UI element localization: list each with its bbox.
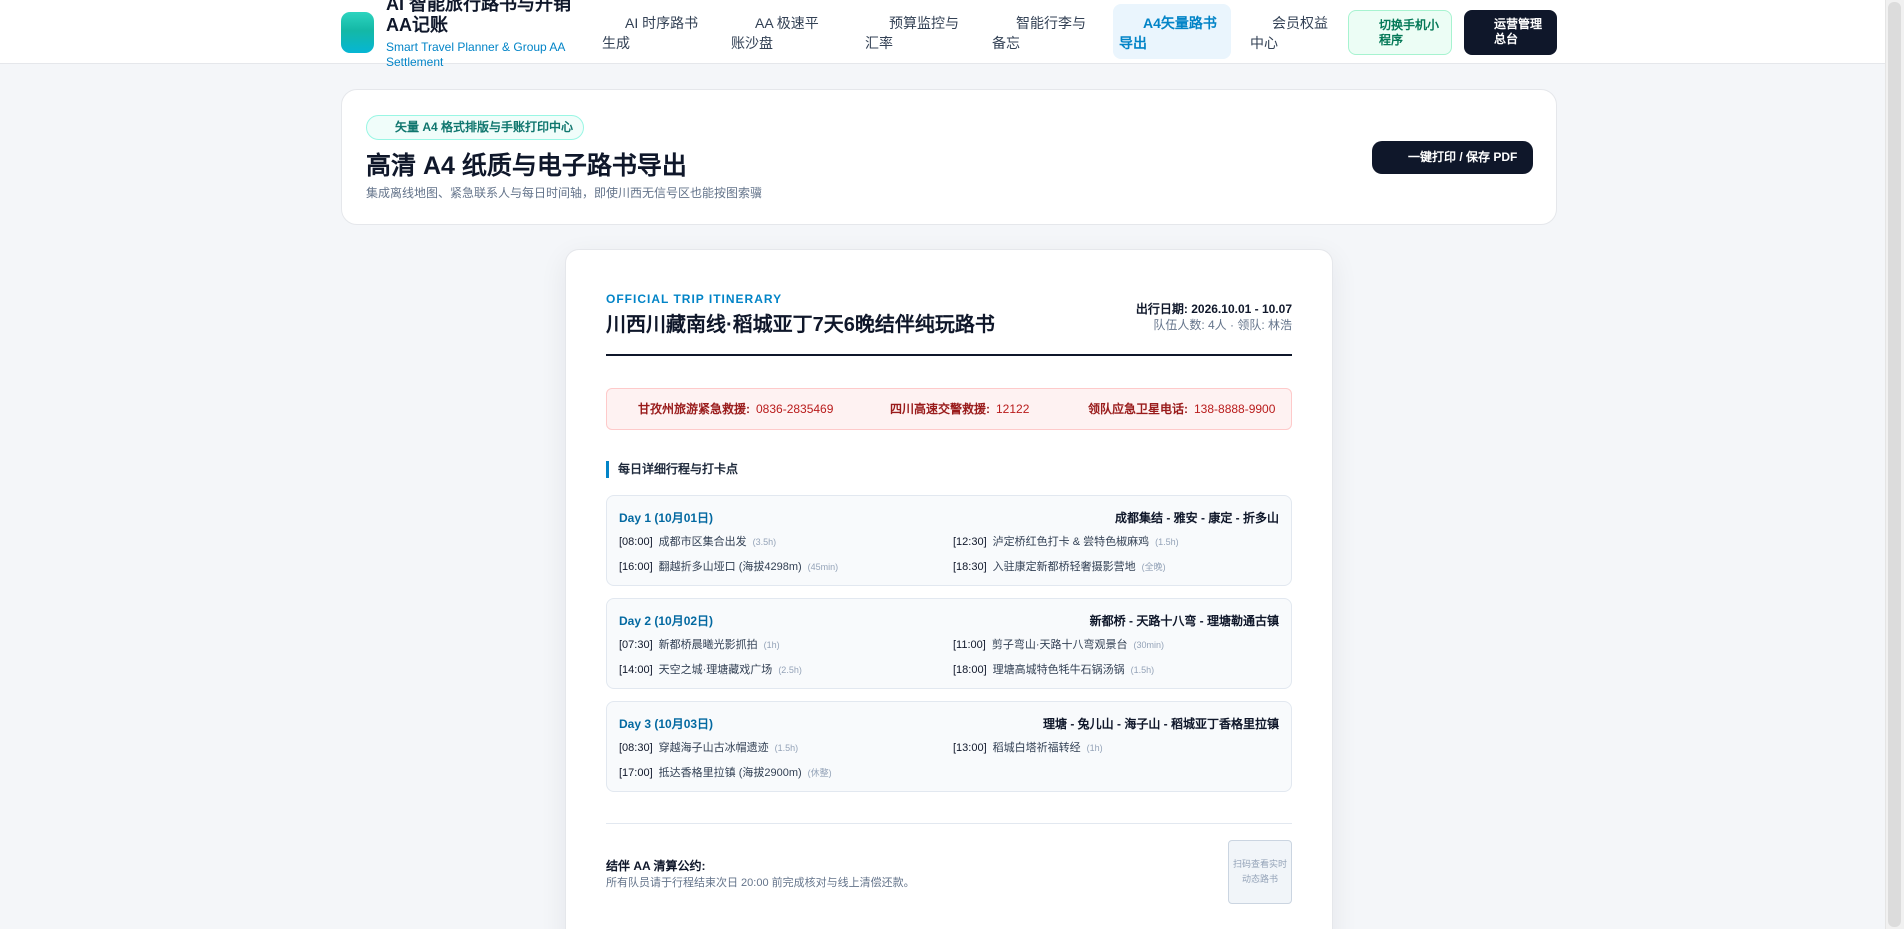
scrollbar-thumb[interactable] bbox=[1888, 2, 1901, 927]
day-card: Day 3 (10月03日) 理塘 - 兔儿山 - 海子山 - 稻城亚丁香格里拉… bbox=[606, 701, 1292, 792]
brand-subtitle: Smart Travel Planner & Group AA Settleme… bbox=[386, 40, 565, 69]
nav-item-label: 智能行李与备忘 bbox=[992, 15, 1086, 51]
sheet-eyebrow: OFFICIAL TRIP ITINERARY bbox=[606, 292, 783, 306]
day-card: Day 1 (10月01日) 成都集结 - 雅安 - 康定 - 折多山 [08:… bbox=[606, 495, 1292, 586]
event-text: 稻城白塔祈福转经 bbox=[992, 742, 1081, 754]
event-text: 翻越折多山垭口 (海拔4298m) bbox=[658, 561, 802, 573]
print-save-pdf-button[interactable]: 一键打印 / 保存 PDF bbox=[1372, 141, 1533, 174]
itinerary-event: [18:30] 入驻康定新都桥轻奢摄影营地 (全晚) bbox=[953, 558, 1166, 574]
itinerary-event: [11:00] 剪子弯山·天路十八弯观景台 (30min) bbox=[953, 636, 1164, 652]
nav-item-label: 会员权益中心 bbox=[1250, 15, 1328, 51]
event-duration: (休整) bbox=[807, 768, 832, 778]
sheet-title: 川西川藏南线·稻城亚丁7天6晚结伴纯玩路书 bbox=[606, 314, 995, 336]
emergency-contacts-bar: 甘孜州旅游紧急救援: 0836-2835469 四川高速交警救援: 12122 领队… bbox=[606, 388, 1292, 430]
emergency-label: 四川高速交警救援: bbox=[890, 402, 990, 416]
event-text: 新都桥晨曦光影抓拍 bbox=[658, 639, 758, 651]
emergency-contact: 甘孜州旅游紧急救援: 0836-2835469 bbox=[638, 389, 833, 429]
emergency-number: 138-8888-9900 bbox=[1194, 402, 1276, 416]
top-navbar: AI 智能旅行路书与开销AA记账 Smart Travel Planner & … bbox=[0, 0, 1885, 69]
event-duration: (3.5h) bbox=[752, 537, 777, 547]
itinerary-event: [18:00] 理塘高城特色牦牛石锅汤锅 (1.5h) bbox=[953, 661, 1154, 677]
nav-item-label: A4矢量路书导出 bbox=[1119, 15, 1217, 51]
event-duration: (1h) bbox=[763, 640, 780, 650]
nav-item-aa-settlement[interactable]: AA 极速平账沙盘 bbox=[731, 13, 831, 53]
event-duration: (45min) bbox=[807, 562, 839, 572]
emergency-number: 12122 bbox=[996, 402, 1030, 416]
event-text: 抵达香格里拉镇 (海拔2900m) bbox=[658, 767, 802, 779]
event-time: [13:00] bbox=[953, 742, 987, 754]
itinerary-event: [08:00] 成都市区集合出发 (3.5h) bbox=[619, 533, 776, 549]
day-card: Day 2 (10月02日) 新都桥 - 天路十八弯 - 理塘勒通古镇 [07:… bbox=[606, 598, 1292, 689]
event-text: 穿越海子山古冰帽遗迹 bbox=[658, 742, 769, 754]
itinerary-event: [16:00] 翻越折多山垭口 (海拔4298m) (45min) bbox=[619, 558, 838, 574]
nav-item-a4-export[interactable]: A4矢量路书导出 bbox=[1113, 4, 1231, 59]
nav-item-budget-monitor[interactable]: 预算监控与汇率 bbox=[865, 13, 965, 53]
day-label: Day 1 (10月01日) bbox=[619, 511, 714, 525]
event-duration: (1h) bbox=[1086, 743, 1103, 753]
event-text: 天空之城·理塘藏戏广场 bbox=[658, 664, 773, 676]
event-duration: (1.5h) bbox=[1155, 537, 1179, 547]
day-route: 理塘 - 兔儿山 - 海子山 - 稻城亚丁香格里拉镇 bbox=[1043, 717, 1279, 731]
event-duration: (1.5h) bbox=[1130, 665, 1155, 675]
event-time: [14:00] bbox=[619, 664, 653, 676]
nav-item-label: AA 极速平账沙盘 bbox=[731, 15, 819, 51]
emergency-contact: 四川高速交警救援: 12122 bbox=[890, 389, 1029, 429]
title-divider bbox=[606, 354, 1292, 356]
settlement-text: 所有队员请于行程结束次日 20:00 前完成核对与线上清偿还款。 bbox=[606, 877, 915, 889]
page-description: 集成离线地图、紧急联系人与每日时间轴，即使川西无信号区也能按图索骥 bbox=[366, 186, 763, 200]
day-label: Day 3 (10月03日) bbox=[619, 717, 714, 731]
day-route: 新都桥 - 天路十八弯 - 理塘勒通古镇 bbox=[1089, 614, 1279, 628]
day-route: 成都集结 - 雅安 - 康定 - 折多山 bbox=[1115, 511, 1279, 525]
event-text: 剪子弯山·天路十八弯观景台 bbox=[991, 639, 1128, 651]
settlement-title: 结伴 AA 清算公约: bbox=[606, 859, 706, 873]
nav-item-membership[interactable]: 会员权益中心 bbox=[1250, 13, 1340, 53]
event-duration: (全晚) bbox=[1141, 562, 1166, 572]
day-label: Day 2 (10月02日) bbox=[619, 614, 714, 628]
itinerary-event: [12:30] 泸定桥红色打卡 & 尝特色椒麻鸡 (1.5h) bbox=[953, 533, 1179, 549]
event-time: [08:00] bbox=[619, 536, 653, 548]
event-duration: (30min) bbox=[1133, 640, 1165, 650]
trip-dates: 出行日期: 2026.10.01 - 10.07 bbox=[1135, 302, 1292, 316]
emergency-label: 领队应急卫星电话: bbox=[1088, 402, 1188, 416]
nav-item-label: AI 时序路书生成 bbox=[602, 15, 699, 51]
event-time: [07:30] bbox=[619, 639, 653, 651]
section-heading: 每日详细行程与打卡点 bbox=[606, 461, 738, 478]
brand-title: AI 智能旅行路书与开销AA记账 bbox=[386, 0, 572, 35]
a4-itinerary-sheet: OFFICIAL TRIP ITINERARY 川西川藏南线·稻城亚丁7天6晚结… bbox=[565, 249, 1333, 929]
event-text: 理塘高城特色牦牛石锅汤锅 bbox=[992, 664, 1125, 676]
admin-console-button[interactable]: 运营管理总台 bbox=[1464, 10, 1557, 55]
event-time: [18:00] bbox=[953, 664, 987, 676]
emergency-label: 甘孜州旅游紧急救援: bbox=[638, 402, 750, 416]
event-text: 入驻康定新都桥轻奢摄影营地 bbox=[992, 561, 1136, 573]
itinerary-event: [08:30] 穿越海子山古冰帽遗迹 (1.5h) bbox=[619, 739, 798, 755]
event-text: 成都市区集合出发 bbox=[658, 536, 747, 548]
qr-code-placeholder: 扫码查看实时动态路书 bbox=[1228, 840, 1292, 904]
footer-divider bbox=[606, 823, 1292, 824]
event-time: [17:00] bbox=[619, 767, 653, 779]
emergency-contact: 领队应急卫星电话: 138-8888-9900 bbox=[1088, 389, 1275, 429]
itinerary-event: [07:30] 新都桥晨曦光影抓拍 (1h) bbox=[619, 636, 780, 652]
app-logo-icon bbox=[341, 12, 374, 53]
itinerary-event: [14:00] 天空之城·理塘藏戏广场 (2.5h) bbox=[619, 661, 802, 677]
emergency-number: 0836-2835469 bbox=[756, 402, 834, 416]
nav-item-label: 预算监控与汇率 bbox=[865, 15, 959, 51]
event-time: [08:30] bbox=[619, 742, 653, 754]
event-time: [12:30] bbox=[953, 536, 987, 548]
page-title: 高清 A4 纸质与电子路书导出 bbox=[366, 152, 687, 180]
event-time: [11:00] bbox=[953, 639, 986, 651]
event-duration: (1.5h) bbox=[774, 743, 799, 753]
event-time: [16:00] bbox=[619, 561, 653, 573]
nav-item-packing-memo[interactable]: 智能行李与备忘 bbox=[992, 13, 1092, 53]
switch-mini-program-button[interactable]: 切换手机小程序 bbox=[1348, 10, 1452, 55]
event-time: [18:30] bbox=[953, 561, 987, 573]
event-duration: (2.5h) bbox=[778, 665, 802, 675]
event-text: 泸定桥红色打卡 & 尝特色椒麻鸡 bbox=[992, 536, 1150, 548]
export-header-card: 矢量 A4 格式排版与手账打印中心 高清 A4 纸质与电子路书导出 集成离线地图… bbox=[341, 89, 1557, 225]
nav-item-ai-itinerary[interactable]: AI 时序路书生成 bbox=[602, 13, 702, 53]
itinerary-event: [13:00] 稻城白塔祈福转经 (1h) bbox=[953, 739, 1103, 755]
team-info: 队伍人数: 4人 · 领队: 林浩 bbox=[1153, 318, 1292, 332]
itinerary-event: [17:00] 抵达香格里拉镇 (海拔2900m) (休整) bbox=[619, 764, 832, 780]
feature-badge: 矢量 A4 格式排版与手账打印中心 bbox=[366, 115, 585, 140]
